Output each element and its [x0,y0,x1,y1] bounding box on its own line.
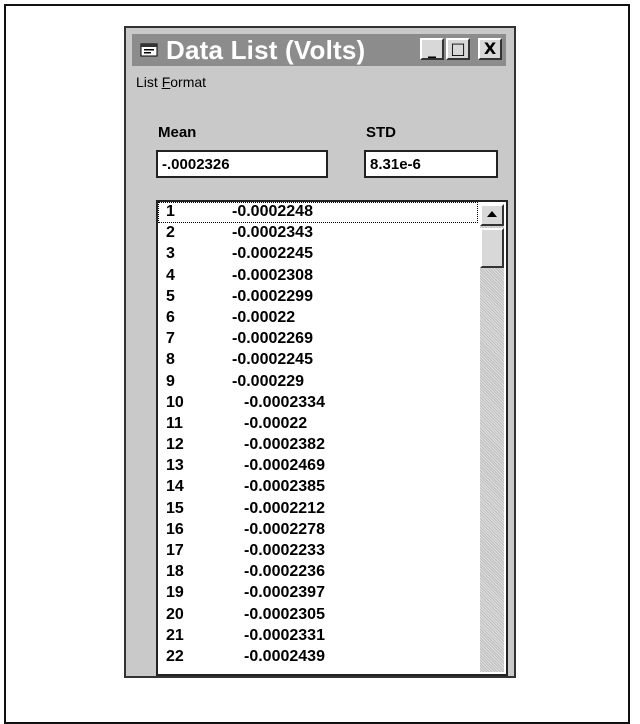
list-item-index: 20 [166,605,184,623]
mean-field[interactable]: -.0002326 [156,150,328,178]
list-item-value: -0.0002469 [244,457,325,475]
list-item-value: -0.0002334 [244,393,325,411]
list-item[interactable]: 10 -0.0002334 [158,393,478,414]
list-item-index: 5 [166,287,175,305]
maximize-button[interactable]: □ [446,38,470,60]
list-item[interactable]: 20 -0.0002305 [158,605,478,626]
list-item-value: -0.0002269 [232,330,313,348]
list-item-index: 4 [166,266,175,284]
list-item-index: 21 [166,626,184,644]
list-item-index: 15 [166,499,184,517]
menu-format[interactable]: Format [162,74,206,90]
list-item-value: -0.0002382 [244,436,325,454]
list-item-value: -0.0002212 [244,499,325,517]
list-item-index: 11 [166,414,183,432]
close-button[interactable]: X [478,38,502,60]
list-item[interactable]: 3 -0.0002245 [158,244,478,265]
list-item-value: -0.0002278 [244,520,325,538]
list-item-value: -0.00022 [244,414,308,432]
scroll-thumb[interactable] [480,228,504,268]
list-items: 1 -0.0002248 2 -0.0002343 3 -0.0002245 4 -0.000… [158,202,478,674]
menu-format-accelerator: F [161,74,171,90]
list-item[interactable]: 2 -0.0002343 [158,223,478,244]
list-item-value: -0.0002308 [232,266,313,284]
list-item-index: 17 [166,542,184,559]
list-item-value: -0.0002245 [232,245,313,263]
list-item[interactable]: 21 -0.0002331 [158,626,478,647]
list-item-value: -0.0002331 [244,626,325,644]
list-item-index: 19 [166,584,184,602]
menu-bar: List Format [136,74,206,90]
list-item-index: 1 [166,203,175,220]
minimize-button[interactable]: _ [420,38,444,60]
list-item-value: -0.0002305 [244,605,325,623]
list-item[interactable]: 15 -0.0002212 [158,499,478,520]
list-item[interactable]: 4 -0.0002308 [158,266,478,287]
list-item[interactable]: 9 -0.000229 [158,372,478,393]
data-list-window: Data List (Volts) _ □ X List Format Mean… [124,26,516,678]
menu-format-rest: ormat [170,74,207,90]
list-item-index: 22 [166,647,184,665]
list-item-index: 16 [166,520,184,538]
list-item[interactable]: 14 -0.0002385 [158,477,478,498]
scroll-up-icon[interactable] [480,204,504,226]
list-item[interactable]: 5 -0.0002299 [158,287,478,308]
list-item[interactable]: 19 -0.0002397 [158,583,478,604]
window-icon[interactable] [140,41,160,59]
window-title: Data List (Volts) [166,34,366,65]
list-item-index: 2 [166,224,175,242]
std-label: STD [366,124,396,141]
list-item[interactable]: 7 -0.0002269 [158,329,478,350]
list-item-value: -0.0002245 [232,351,313,369]
list-item-index: 13 [166,457,184,475]
list-item[interactable]: 18 -0.0002236 [158,562,478,583]
list-item-index: 3 [166,245,175,263]
list-item-index: 7 [166,330,175,348]
list-item[interactable]: 1 -0.0002248 [158,202,478,224]
list-item-index: 10 [166,393,184,411]
list-item-value: -0.0002233 [244,542,325,559]
list-item-index: 12 [166,436,184,454]
vertical-scrollbar[interactable] [480,204,504,672]
list-item-value: -0.0002299 [232,287,313,305]
menu-list[interactable]: List [136,74,158,90]
list-item-value: -0.0002385 [244,478,325,496]
list-item[interactable]: 12 -0.0002382 [158,435,478,456]
list-item-value: -0.000229 [232,372,305,390]
list-item[interactable]: 17 -0.0002233 [158,541,478,562]
std-field[interactable]: 8.31e-6 [364,150,498,178]
list-item-value: -0.0002236 [244,563,325,581]
list-item-value: -0.0002439 [244,647,325,665]
list-item-value: -0.00022 [232,308,296,326]
mean-label: Mean [158,124,197,141]
list-item-value: -0.0002248 [232,203,313,220]
list-item-index: 18 [166,563,184,581]
list-item[interactable]: 16 -0.0002278 [158,520,478,541]
list-item-index: 6 [166,308,175,326]
list-item[interactable]: 22 -0.0002439 [158,647,478,668]
list-item-index: 9 [166,372,175,390]
list-item-index: 8 [166,351,175,369]
list-item-index: 14 [166,478,184,496]
list-item[interactable]: 8 -0.0002245 [158,350,478,371]
title-bar[interactable]: Data List (Volts) _ □ X [132,34,506,66]
list-item[interactable]: 11 -0.00022 [158,414,478,435]
list-item[interactable]: 6 -0.00022 [158,308,478,329]
data-listbox[interactable]: 1 -0.0002248 2 -0.0002343 3 -0.0002245 4 -0.000… [156,200,508,676]
list-item[interactable]: 13 -0.0002469 [158,456,478,477]
list-item-value: -0.0002343 [232,224,313,242]
list-item-value: -0.0002397 [244,584,325,602]
